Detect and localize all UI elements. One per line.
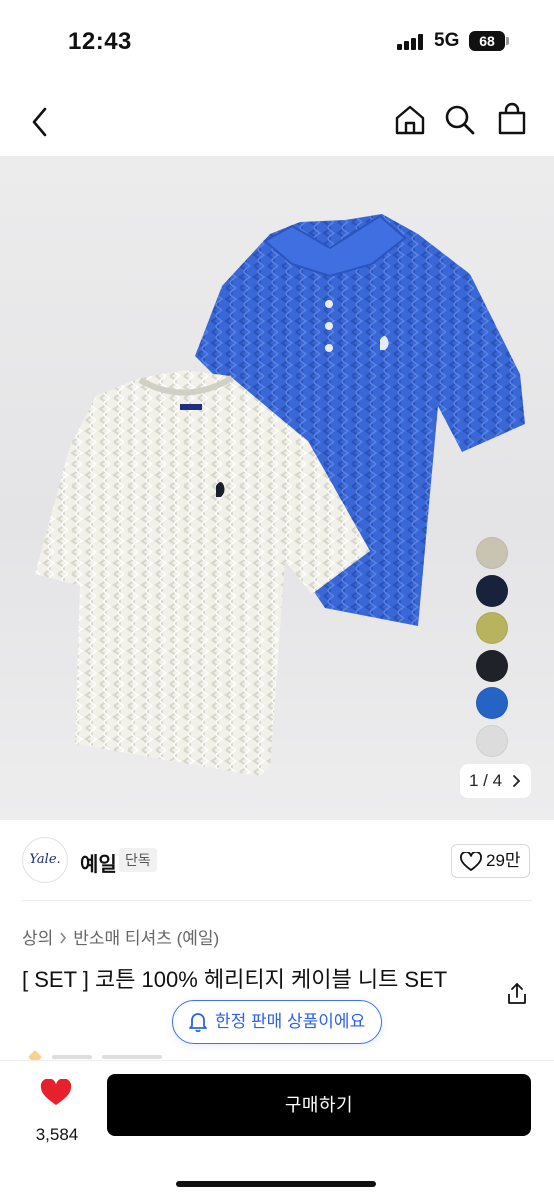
favorite-count: 3,584 bbox=[35, 1125, 79, 1144]
bell-icon bbox=[189, 1013, 207, 1032]
divider bbox=[22, 900, 532, 901]
top-nav bbox=[0, 92, 554, 152]
product-photo bbox=[35, 214, 525, 776]
color-swatch[interactable] bbox=[476, 650, 508, 682]
search-icon[interactable] bbox=[444, 104, 476, 136]
share-icon[interactable] bbox=[506, 982, 528, 1006]
product-image-gallery[interactable] bbox=[0, 156, 554, 820]
chevron-right-icon bbox=[60, 932, 67, 944]
signal-icon bbox=[397, 34, 427, 50]
status-bar: 12:43 5G 68 bbox=[0, 0, 554, 84]
heart-filled-icon bbox=[40, 1079, 72, 1105]
limited-sale-notice[interactable]: 한정 판매 상품이에요 bbox=[172, 1000, 382, 1044]
status-time: 12:43 bbox=[68, 28, 132, 55]
breadcrumb-child[interactable]: 반소매 티셔츠 (예일) bbox=[73, 929, 219, 948]
brand-row: Yale. 예일 단독 29만 bbox=[0, 830, 554, 890]
heart-outline-icon bbox=[460, 852, 482, 871]
color-swatch[interactable] bbox=[476, 575, 508, 607]
battery-icon: 68 bbox=[469, 31, 505, 51]
rating-row-partial bbox=[22, 1048, 222, 1060]
color-swatch[interactable] bbox=[476, 687, 508, 719]
image-pager[interactable]: 1 / 4 bbox=[460, 764, 531, 798]
home-icon[interactable] bbox=[394, 104, 426, 136]
home-indicator bbox=[176, 1181, 376, 1187]
pager-text: 1 / 4 bbox=[469, 771, 503, 790]
product-title: [ SET ] 코튼 100% 헤리티지 케이블 니트 SET bbox=[22, 967, 448, 992]
brand-like-button[interactable]: 29만 bbox=[451, 844, 530, 878]
shopping-bag-icon[interactable] bbox=[497, 102, 527, 136]
color-swatch[interactable] bbox=[476, 537, 508, 569]
bottom-action-bar: 3,584 구매하기 bbox=[0, 1060, 554, 1200]
favorite-button[interactable]: 3,584 bbox=[30, 1077, 84, 1144]
limited-sale-text: 한정 판매 상품이에요 bbox=[215, 1012, 366, 1031]
brand-like-count: 29만 bbox=[486, 851, 521, 870]
exclusive-badge: 단독 bbox=[119, 848, 157, 872]
breadcrumb-parent[interactable]: 상의 bbox=[22, 929, 53, 948]
chevron-right-icon bbox=[513, 775, 521, 787]
color-swatch[interactable] bbox=[476, 612, 508, 644]
brand-logo[interactable]: Yale. bbox=[22, 837, 68, 883]
brand-name[interactable]: 예일 bbox=[80, 848, 117, 877]
network-type: 5G bbox=[434, 30, 460, 51]
chevron-left-icon[interactable] bbox=[28, 104, 52, 140]
battery-cap bbox=[506, 37, 509, 45]
buy-button[interactable]: 구매하기 bbox=[107, 1074, 531, 1136]
breadcrumb: 상의 반소매 티셔츠 (예일) bbox=[22, 924, 219, 949]
color-swatch[interactable] bbox=[476, 725, 508, 757]
